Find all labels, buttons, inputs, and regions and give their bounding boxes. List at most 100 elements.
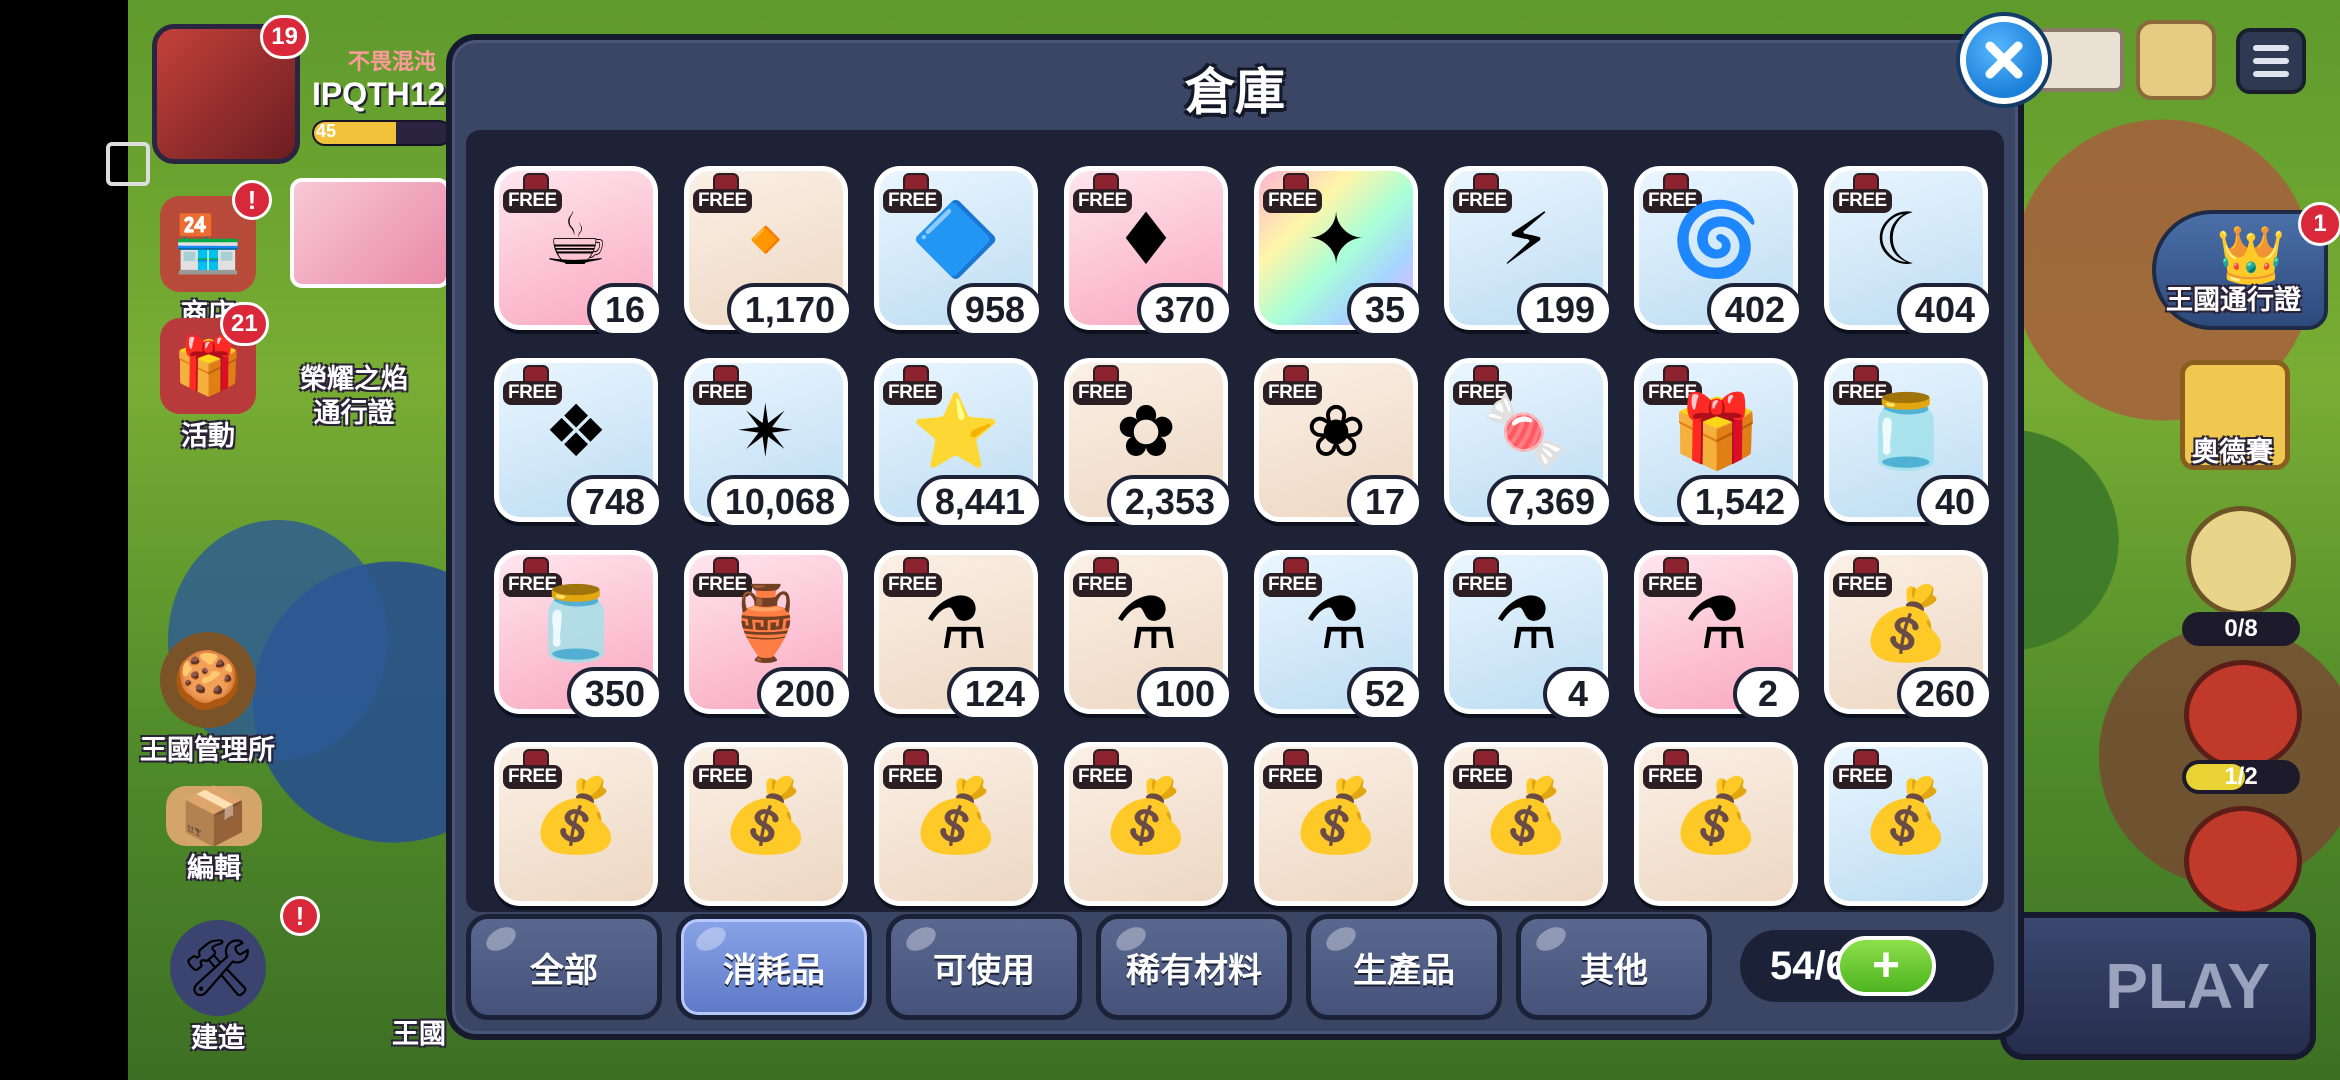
jelly-bag-icon: 🎁	[1671, 388, 1761, 473]
inventory-item[interactable]: FREE ⚗ 124	[874, 550, 1043, 721]
white-cube-icon: ❖	[543, 388, 609, 473]
inventory-item[interactable]: FREE 🔸 1,170	[684, 166, 853, 337]
house-upgrade-icon[interactable]	[2184, 660, 2302, 770]
inventory-item[interactable]: FREE ✦ 35	[1254, 166, 1423, 337]
item-count: 402	[1706, 283, 1803, 337]
red-crystal-icon: ♦	[1113, 196, 1179, 281]
event-count-badge: 21	[220, 302, 269, 346]
player-avatar[interactable]: 19	[152, 15, 309, 164]
item-count: 8,441	[916, 475, 1043, 529]
inventory-item[interactable]: FREE 🍬 7,369	[1444, 358, 1613, 529]
inventory-item[interactable]: FREE ⚡ 199	[1444, 166, 1613, 337]
hamburger-menu-icon[interactable]	[2236, 28, 2306, 94]
blue-crystal-icon: 🔷	[911, 196, 1001, 281]
big-jelly-jar-icon: 🏺	[721, 580, 811, 665]
checkbox-square-icon[interactable]	[106, 142, 150, 186]
inventory-item[interactable]: FREE ⭐ 8,441	[874, 358, 1043, 529]
close-button[interactable]	[1960, 16, 2048, 104]
edit-button[interactable]: 📦 編輯	[166, 784, 262, 885]
inventory-item[interactable]: FREE 💰 260	[1824, 550, 1993, 721]
inventory-item[interactable]: FREE ✿ 2,353	[1064, 358, 1233, 529]
winged-potion-icon: ⚗	[1303, 580, 1369, 665]
purple-cube-icon: ☾	[1873, 196, 1939, 281]
fist-sack-icon: 💰	[1861, 580, 1951, 665]
inventory-item[interactable]: FREE ⚗ 52	[1254, 550, 1423, 721]
sword-sack-icon: 💰	[911, 772, 1001, 857]
chevron-sack-icon: 💰	[1481, 772, 1571, 857]
event-banner[interactable]	[290, 178, 450, 288]
item-count: 958	[946, 283, 1043, 337]
tab-3[interactable]: 稀有材料	[1096, 914, 1292, 1020]
item-grid-scroll[interactable]: FREE ☕ 16 FREE 🔸 1,170 FREE 🔷 958 FREE ♦ 370 FREE ✦ 35…	[466, 130, 2004, 912]
tab-5[interactable]: 其他	[1516, 914, 1712, 1020]
item-count: 1,542	[1676, 475, 1803, 529]
star-tile-icon: ⭐	[911, 388, 1001, 473]
red-cube-icon: ⚡	[1500, 196, 1552, 281]
inventory-item[interactable]: FREE 💰	[1064, 742, 1228, 906]
kingdom-office-button[interactable]: 🍪 王國管理所	[140, 632, 275, 767]
blue-fist-sack-icon: 💰	[1861, 772, 1951, 857]
plus-icon: +	[1871, 939, 1901, 992]
item-count: 35	[1346, 283, 1423, 337]
item-count: 200	[756, 667, 853, 721]
item-count: 370	[1136, 283, 1233, 337]
item-count: 7,369	[1486, 475, 1613, 529]
item-count: 40	[1916, 475, 1993, 529]
house-count: 1/2	[2182, 760, 2300, 794]
inventory-item[interactable]: FREE 💰	[1634, 742, 1798, 906]
house-upgrade-icon-2[interactable]	[2184, 806, 2302, 916]
inventory-item[interactable]: FREE ☕ 16	[494, 166, 663, 337]
item-count: 124	[946, 667, 1043, 721]
inventory-item[interactable]: FREE 💰	[494, 742, 658, 906]
inventory-item[interactable]: FREE 🫙 350	[494, 550, 663, 721]
tab-4[interactable]: 生產品	[1306, 914, 1502, 1020]
modal-title: 倉庫	[1185, 63, 1285, 121]
play-button[interactable]: PLAY	[2000, 912, 2316, 1060]
inventory-item[interactable]: FREE 💰	[1824, 742, 1988, 906]
inventory-item[interactable]: FREE 💰	[1254, 742, 1418, 906]
shop-alert-badge: !	[232, 180, 272, 220]
item-count: 1,170	[726, 283, 853, 337]
inventory-item[interactable]: FREE ⚗ 2	[1634, 550, 1803, 721]
inventory-item[interactable]: FREE ☾ 404	[1824, 166, 1993, 337]
item-count: 404	[1896, 283, 1993, 337]
inventory-item[interactable]: FREE ❀ 17	[1254, 358, 1423, 529]
inventory-item[interactable]: FREE ❖ 748	[494, 358, 663, 529]
inventory-item[interactable]: FREE 🏺 200	[684, 550, 853, 721]
mint-jelly-icon: ✿	[1115, 388, 1177, 473]
build-button[interactable]: 🛠 建造 !	[170, 896, 320, 1055]
tab-2[interactable]: 可使用	[886, 914, 1082, 1020]
player-name: IPQTH12	[312, 76, 446, 112]
item-count: 10,068	[706, 475, 853, 529]
inventory-item[interactable]: FREE ✴ 10,068	[684, 358, 853, 529]
tab-0[interactable]: 全部	[466, 914, 662, 1020]
builder-icon: 🛠	[170, 920, 266, 1016]
inventory-item[interactable]: FREE ⚗ 4	[1444, 550, 1613, 721]
kingdom-more-button[interactable]: 王國	[392, 1012, 446, 1051]
expand-storage-button[interactable]: +	[1836, 936, 1936, 996]
kingdom-pass-label-wrap: 王國通行證	[2166, 285, 2301, 315]
tab-1[interactable]: 消耗品	[676, 914, 872, 1020]
star-shard-icon: ✴	[735, 388, 797, 473]
item-count: 260	[1896, 667, 1993, 721]
item-count: 17	[1346, 475, 1423, 529]
brown-crystal-icon: 🔸	[721, 196, 811, 281]
inventory-item[interactable]: FREE 💰	[874, 742, 1038, 906]
inventory-item[interactable]: FREE ⚗ 100	[1064, 550, 1233, 721]
inventory-item[interactable]: FREE 🫙 40	[1824, 358, 1993, 529]
inventory-item[interactable]: FREE 🌀 402	[1634, 166, 1803, 337]
inventory-item[interactable]: FREE ♦ 370	[1064, 166, 1233, 337]
inventory-item[interactable]: FREE 💰	[1444, 742, 1608, 906]
item-count: 2,353	[1106, 475, 1233, 529]
color-jellies-icon: ❀	[1305, 388, 1367, 473]
inventory-item[interactable]: FREE 🎁 1,542	[1634, 358, 1803, 529]
honor-pass-button[interactable]: 榮耀之焰 通行證	[300, 362, 408, 430]
item-count: 4	[1543, 667, 1613, 721]
inventory-item[interactable]: FREE 💰	[684, 742, 848, 906]
megaphone-icon[interactable]	[2136, 20, 2216, 100]
jelly-jar-star-icon: 🫙	[1861, 388, 1951, 473]
inventory-item[interactable]: FREE 🔷 958	[874, 166, 1043, 337]
blue-cube-icon: 🌀	[1671, 196, 1761, 281]
box-icon[interactable]	[2186, 506, 2296, 616]
event-button[interactable]: 🎁 活動 21	[160, 302, 269, 453]
